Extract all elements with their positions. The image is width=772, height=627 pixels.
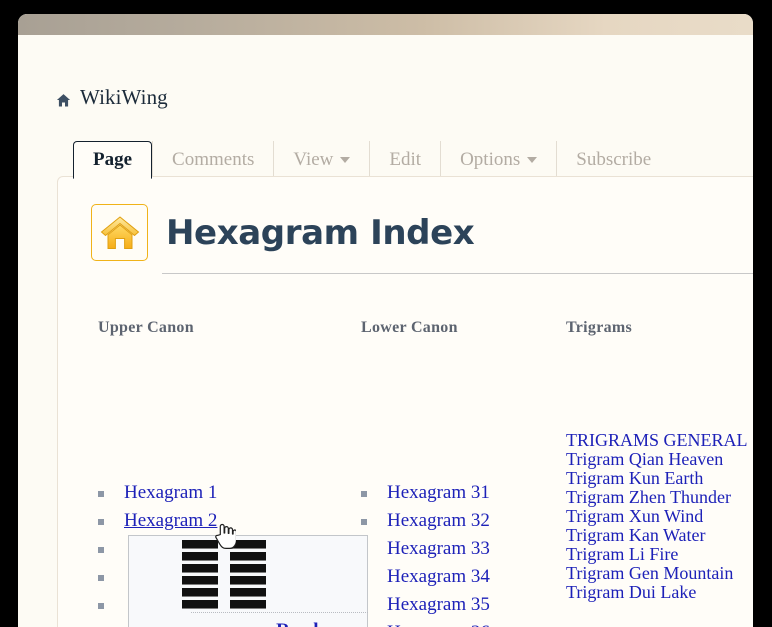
hexagram-line-segment [182,588,218,597]
tab-label: Page [93,149,133,170]
breadcrumb[interactable]: WikiWing [56,85,168,110]
tab-label: Comments [172,148,255,170]
hexagram-line-segment [182,540,218,549]
hexagram-line-2 [182,552,266,562]
bullet-icon [98,547,104,553]
list-item[interactable]: Hexagram 32 [361,507,561,535]
trigram-link[interactable]: TRIGRAMS GENERAL [566,430,748,450]
list-item[interactable]: Trigram Gen Mountain [566,564,753,583]
hexagram-line-5 [182,588,266,598]
tab-label: View [293,148,334,170]
trigram-link[interactable]: Trigram Li Fire [566,544,678,564]
hexagram-line-1 [182,540,266,550]
column-trigrams: Trigrams TRIGRAMS GENERAL Trigram Qian He… [566,319,753,602]
hexagram-link[interactable]: Hexagram 1 [124,482,217,503]
chevron-down-icon [340,156,351,163]
tab-page[interactable]: Page [73,141,153,179]
list-item[interactable]: Trigram Li Fire [566,545,753,564]
list-item[interactable]: Hexagram 1 [98,479,348,507]
browser-window: WikiWing Page Comments View Edit Options Subs… [18,14,753,627]
bullet-icon [98,491,104,497]
hexagram-line-segment [182,576,218,585]
list-item[interactable]: Hexagram 31 [361,479,561,507]
hexagram-line-segment [230,564,266,573]
trigram-link[interactable]: Trigram Dui Lake [566,582,696,602]
tab-comments[interactable]: Comments [152,141,273,178]
trigram-link[interactable]: Trigram Kun Earth [566,468,703,488]
hexagram-line-segment [182,564,218,573]
page-header: Hexagram Index [91,204,475,261]
chevron-down-icon [527,156,538,163]
list-item[interactable]: Hexagram 33 [361,535,561,563]
popup-divider [191,612,368,613]
list-item[interactable]: Trigram Zhen Thunder [566,488,753,507]
hexagram-line-segment [182,600,218,609]
bullet-icon [98,603,104,609]
hexagram-link[interactable]: Hexagram 36 [387,622,490,627]
hexagram-link[interactable]: Hexagram 31 [387,482,490,503]
tab-label: Subscribe [576,148,652,170]
trigram-link[interactable]: Trigram Xun Wind [566,506,703,526]
breadcrumb-label[interactable]: WikiWing [80,85,168,110]
bullet-icon [98,575,104,581]
list-item[interactable]: Hexagram 2 [98,507,348,535]
hexagram-link[interactable]: Hexagram 33 [387,538,490,559]
tab-subscribe[interactable]: Subscribe [556,141,670,178]
browser-viewport: WikiWing Page Comments View Edit Options Subs… [18,35,753,627]
hexagram-line-segment [230,552,266,561]
read-more-link[interactable]: Read more [276,620,365,627]
column-heading-upper: Upper Canon [98,319,194,336]
column-lower-canon: Lower Canon Hexagram 31 Hexagram 32 Hexagr… [361,319,561,627]
hexagram-line-segment [230,588,266,597]
trigram-link[interactable]: Trigram Gen Mountain [566,563,733,583]
hexagram-link[interactable]: Hexagram 35 [387,594,490,615]
list-item[interactable]: Trigram Qian Heaven [566,450,753,469]
tab-options[interactable]: Options [440,141,556,178]
title-divider [162,273,753,274]
tab-edit[interactable]: Edit [369,141,440,178]
home-icon [56,87,71,108]
trigrams-list: TRIGRAMS GENERAL Trigram Qian Heaven Trigr… [566,431,753,602]
trigram-link[interactable]: Trigram Kan Water [566,525,706,545]
list-item[interactable]: Trigram Dui Lake [566,583,753,602]
tab-bar: Page Comments View Edit Options Subscribe [73,141,670,179]
bullet-icon [98,519,104,525]
hexagram-line-segment [230,576,266,585]
tab-view[interactable]: View [273,141,369,178]
lower-canon-list: Hexagram 31 Hexagram 32 Hexagram 33 Hexagra… [361,479,561,627]
list-item[interactable]: TRIGRAMS GENERAL [566,431,753,450]
hexagram-line-segment [230,540,266,549]
column-heading-lower: Lower Canon [361,319,458,336]
hexagram-line-3 [182,564,266,574]
hexagram-link[interactable]: Hexagram 2 [124,510,217,531]
list-item[interactable]: Hexagram 34 [361,563,561,591]
window-titlebar[interactable] [18,14,753,35]
trigram-link[interactable]: Trigram Qian Heaven [566,449,723,469]
column-heading-trigrams: Trigrams [566,319,633,336]
hexagram-preview-popup: Read more [128,535,368,627]
hexagram-link[interactable]: Hexagram 34 [387,566,490,587]
list-item[interactable]: Hexagram 35 [361,591,561,619]
lower-canon-list-wrap: Hexagram 31 Hexagram 32 Hexagram 33 Hexagra… [361,479,561,627]
trigram-link[interactable]: Trigram Zhen Thunder [566,487,731,507]
hexagram-line-segment [182,552,218,561]
house-icon [91,204,148,261]
bullet-icon [361,519,367,525]
hexagram-line-4 [182,576,266,586]
column-upper-canon: Upper Canon Hexagram 1Hexagram 2Hexagram… [98,319,348,609]
trigrams-list-wrap: TRIGRAMS GENERAL Trigram Qian Heaven Trigr… [566,431,753,602]
hexagram-link[interactable]: Hexagram 32 [387,510,490,531]
list-item[interactable]: Trigram Kan Water [566,526,753,545]
hexagram-line-6 [182,600,266,610]
tab-label: Edit [389,148,422,170]
list-item[interactable]: Hexagram 36 [361,619,561,627]
page-title: Hexagram Index [166,212,475,253]
hexagram-glyph [182,540,266,612]
hexagram-line-segment [230,600,266,609]
tab-label: Options [460,148,521,170]
list-item[interactable]: Trigram Xun Wind [566,507,753,526]
bullet-icon [361,491,367,497]
list-item[interactable]: Trigram Kun Earth [566,469,753,488]
